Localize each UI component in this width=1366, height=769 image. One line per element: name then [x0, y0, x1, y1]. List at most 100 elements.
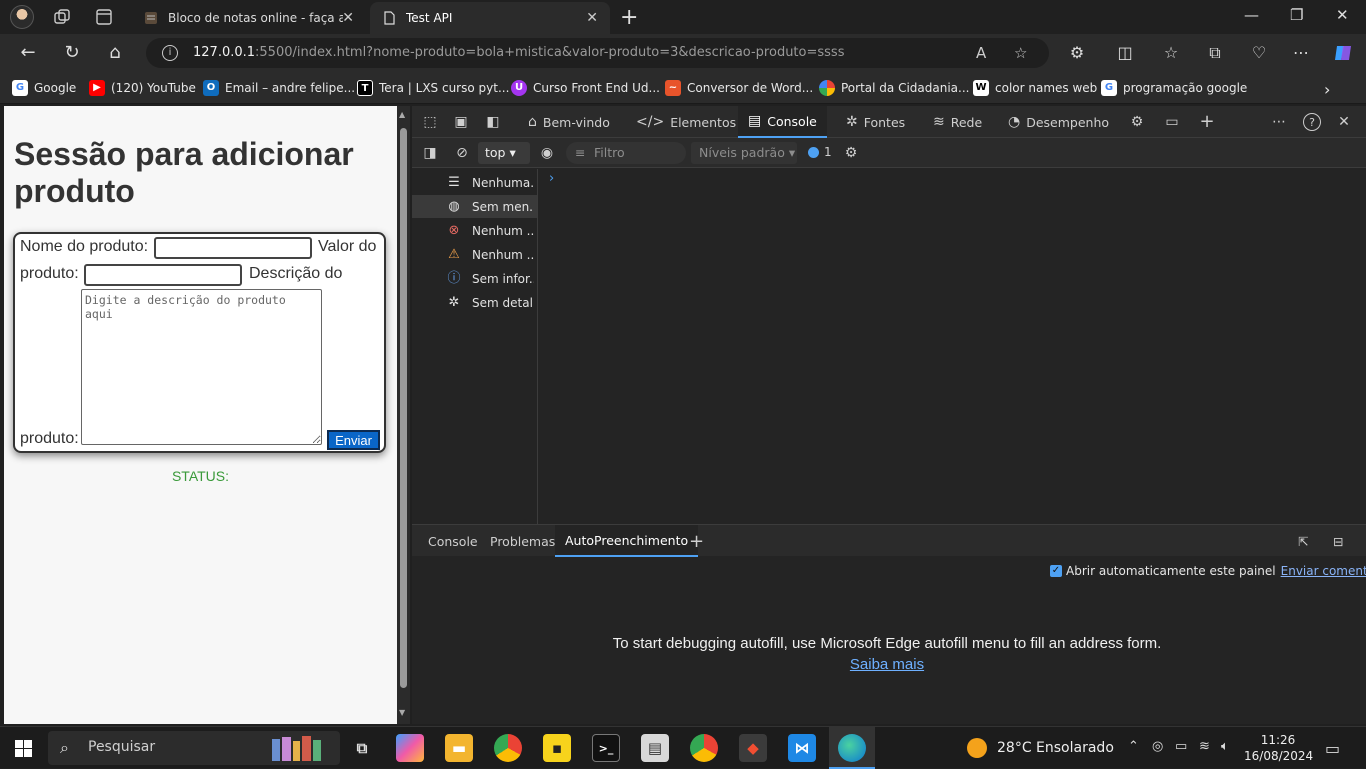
tab-elementos[interactable]: </> Elementos — [636, 106, 736, 138]
product-description-textarea[interactable] — [81, 289, 322, 445]
devtools-close-icon[interactable]: ✕ — [1335, 113, 1353, 131]
collections-icon[interactable]: ⧉ — [1204, 42, 1226, 64]
send-feedback-link[interactable]: Enviar comentários — [1281, 564, 1366, 578]
tab-rede[interactable]: ≋ Rede — [933, 106, 982, 138]
inspect-element-icon[interactable]: ⬚ — [421, 113, 439, 131]
sidebar-item-user-messages[interactable]: ◍ Sem men... — [412, 195, 537, 218]
file-explorer-icon[interactable]: ▬ — [445, 734, 473, 762]
battery-icon[interactable]: ▭ — [1175, 739, 1187, 754]
sidebar-item-errors[interactable]: ⊗ Nenhum ... — [412, 219, 537, 242]
wifi-icon[interactable]: ≋ — [1199, 739, 1210, 754]
dock-side-icon[interactable]: ◧ — [484, 113, 502, 131]
reload-icon[interactable]: ↻ — [61, 42, 83, 64]
chrome-icon[interactable] — [494, 734, 522, 762]
taskbar-search[interactable]: ⌕ Pesquisar — [48, 731, 340, 765]
copilot-app-icon[interactable] — [396, 734, 424, 762]
home-icon[interactable]: ⌂ — [104, 42, 126, 64]
tab-actions-icon[interactable] — [94, 7, 114, 27]
favorites-icon[interactable]: ☆ — [1160, 42, 1182, 64]
restore-icon[interactable]: ❐ — [1290, 6, 1303, 24]
sidebar-item-info[interactable]: ⓘ Sem infor... — [412, 267, 537, 290]
drawer-tab-console[interactable]: Console — [428, 525, 478, 557]
bookmark-conversor[interactable]: ~ Conversor de Word... — [665, 80, 813, 96]
tab-bem-vindo[interactable]: ⌂ Bem-vindo — [528, 106, 610, 138]
profile-avatar[interactable] — [10, 5, 34, 29]
console-settings-gear-icon[interactable]: ⚙ — [842, 144, 860, 162]
sidebar-item-warnings[interactable]: ⚠ Nenhum ... — [412, 243, 537, 266]
extensions-icon[interactable]: ⚙ — [1066, 42, 1088, 64]
sidebar-item-messages[interactable]: ☰ Nenhuma... — [412, 171, 537, 194]
tab-bloco-de-notas[interactable]: Bloco de notas online - faça anot ✕ — [132, 2, 368, 34]
file-manager-icon[interactable]: ▤ — [641, 734, 669, 762]
learn-more-link-text[interactable]: Saiba mais — [850, 656, 924, 673]
tab-fontes[interactable]: ✲ Fontes — [846, 106, 905, 138]
tab-test-api[interactable]: Test API ✕ — [370, 2, 610, 34]
tab-desempenho[interactable]: ◔ Desempenho — [1008, 106, 1109, 138]
close-drawer-icon[interactable]: ⊟ — [1333, 525, 1343, 557]
close-icon[interactable]: ✕ — [586, 10, 598, 26]
more-tools-plus-icon[interactable]: + — [1198, 113, 1216, 131]
more-bookmarks-chevron-icon[interactable]: › — [1324, 80, 1330, 99]
product-name-input[interactable] — [154, 237, 312, 259]
issues-counter[interactable]: 1 — [808, 145, 832, 159]
workspaces-icon[interactable] — [52, 7, 72, 27]
scrollbar-thumb[interactable] — [400, 128, 407, 688]
site-info-icon[interactable]: i — [162, 45, 178, 61]
auto-open-checkbox[interactable]: ✓ — [1050, 565, 1062, 577]
drawer-tab-problemas[interactable]: Problemas — [490, 525, 555, 557]
drawer-tab-autopreenchimento[interactable]: AutoPreenchimento — [555, 525, 699, 557]
windows-start-icon[interactable] — [15, 740, 32, 757]
more-options-icon[interactable]: ⋯ — [1290, 42, 1312, 64]
bookmark-portal[interactable]: Portal da Cidadania... — [819, 80, 969, 96]
git-icon[interactable]: ◆ — [739, 734, 767, 762]
close-icon[interactable]: ✕ — [342, 10, 354, 26]
context-selector[interactable]: top ▾ — [478, 142, 530, 164]
clear-console-icon[interactable]: ⊘ — [453, 144, 471, 162]
terminal-icon[interactable]: >_ — [592, 734, 620, 762]
volume-icon[interactable]: 🔈︎ — [1221, 739, 1229, 754]
minimize-icon[interactable]: — — [1244, 6, 1259, 24]
bookmark-udemy[interactable]: U Curso Front End Ud... — [511, 80, 660, 96]
tab-console[interactable]: ▤ Console — [738, 106, 827, 138]
address-bar[interactable]: i 127.0.0.1:5500/index.html?nome-produto… — [146, 38, 1049, 68]
split-screen-icon[interactable]: ◫ — [1114, 42, 1136, 64]
console-prompt-chevron-icon[interactable]: › — [549, 171, 554, 186]
page-scrollbar[interactable]: ▲ ▼ — [397, 106, 410, 724]
memory-icon[interactable]: ⚙ — [1128, 113, 1146, 131]
help-icon[interactable]: ? — [1303, 113, 1321, 131]
live-expression-eye-icon[interactable]: ◉ — [538, 144, 556, 162]
copilot-icon[interactable] — [1332, 42, 1354, 64]
system-clock[interactable]: 11:26 16/08/2024 — [1244, 732, 1313, 764]
scroll-up-icon[interactable]: ▲ — [399, 110, 405, 119]
bookmark-color-names[interactable]: W color names web — [973, 80, 1097, 96]
add-drawer-tab-plus-icon[interactable]: + — [689, 525, 704, 557]
window-close-icon[interactable]: ✕ — [1336, 6, 1349, 24]
url-text[interactable]: 127.0.0.1:5500/index.html?nome-produto=b… — [193, 45, 844, 60]
sticky-notes-icon[interactable]: ▪ — [543, 734, 571, 762]
new-tab-icon[interactable]: + — [620, 5, 638, 30]
bookmark-google[interactable]: G Google — [12, 80, 76, 96]
task-view-icon[interactable]: ⧉ — [348, 734, 376, 762]
favorite-star-icon[interactable]: ☆ — [1014, 44, 1027, 62]
sidebar-item-verbose[interactable]: ✲ Sem detal... — [412, 291, 537, 314]
bookmark-email[interactable]: O Email – andre felipe... — [203, 80, 355, 96]
tray-chevron-up-icon[interactable]: ⌃ — [1128, 739, 1139, 754]
bookmark-youtube[interactable]: ▶ (120) YouTube — [89, 80, 196, 96]
application-icon[interactable]: ▭ — [1163, 113, 1181, 131]
product-value-input[interactable] — [84, 264, 242, 286]
weather-widget[interactable]: 28°C Ensolarado — [967, 738, 1114, 758]
tray-device-icon[interactable]: ◎ — [1152, 739, 1163, 754]
chrome-profile-icon[interactable] — [690, 734, 718, 762]
vscode-icon[interactable]: ⋈ — [788, 734, 816, 762]
notifications-icon[interactable]: ▭ — [1325, 739, 1340, 758]
sidebar-toggle-icon[interactable]: ◨ — [421, 144, 439, 162]
device-emulation-icon[interactable]: ▣ — [452, 113, 470, 131]
edge-icon[interactable] — [838, 734, 866, 762]
filter-input[interactable]: ≡ Filtro — [566, 142, 686, 164]
devtools-more-icon[interactable]: ⋯ — [1270, 113, 1288, 131]
submit-button[interactable]: Enviar — [327, 430, 380, 450]
bookmark-tera[interactable]: T Tera | LXS curso pyt... — [357, 80, 509, 96]
performance-icon[interactable]: ♡ — [1248, 42, 1270, 64]
read-aloud-icon[interactable]: A — [976, 44, 986, 62]
dock-drawer-icon[interactable]: ⇱ — [1298, 525, 1308, 557]
